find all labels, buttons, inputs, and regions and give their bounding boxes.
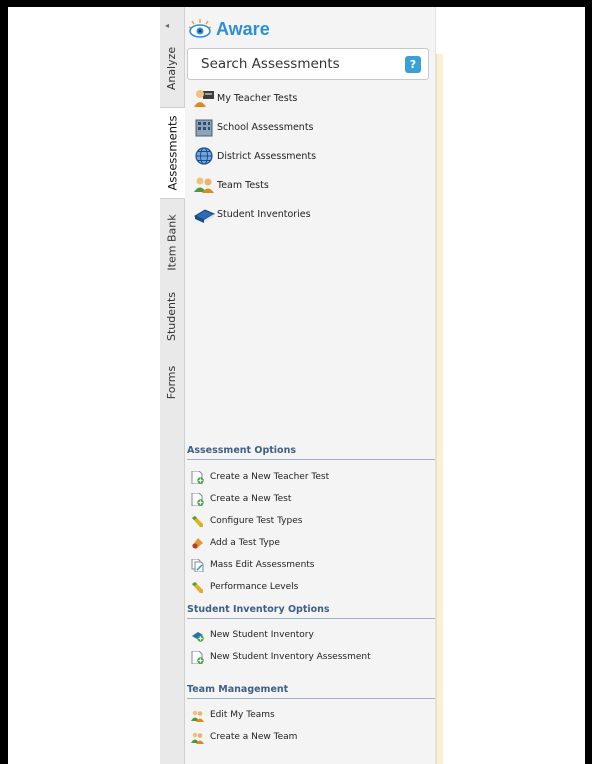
- nav-item-school-assessments[interactable]: School Assessments: [193, 115, 314, 139]
- school-building-icon: [193, 117, 215, 137]
- tab-assessments[interactable]: Assessments: [160, 107, 185, 199]
- new-inventory-icon: [191, 629, 204, 642]
- team-icon: [191, 709, 204, 722]
- student-inventory-options-heading: Student Inventory Options: [187, 604, 435, 619]
- add-test-type-link[interactable]: Add a Test Type: [191, 534, 280, 552]
- team-management-heading: Team Management: [187, 684, 435, 699]
- nav-item-district-assessments[interactable]: District Assessments: [193, 144, 316, 168]
- mass-edit-assessments-link[interactable]: Mass Edit Assessments: [191, 556, 314, 574]
- new-student-inventory-assessment-link[interactable]: New Student Inventory Assessment: [191, 648, 371, 666]
- search-input[interactable]: [199, 55, 403, 73]
- new-document-icon: [191, 492, 204, 506]
- nav-item-team-tests[interactable]: Team Tests: [193, 173, 269, 197]
- option-label: Create a New Test: [210, 494, 292, 504]
- pencil-icon: [191, 515, 204, 528]
- tab-students[interactable]: Students: [160, 285, 184, 347]
- option-label: Performance Levels: [210, 582, 299, 592]
- edit-documents-icon: [191, 558, 204, 572]
- tab-item-bank[interactable]: Item Bank: [160, 207, 184, 277]
- tab-students-label: Students: [165, 291, 179, 341]
- edit-my-teams-link[interactable]: Edit My Teams: [191, 706, 275, 724]
- team-icon: [191, 731, 204, 744]
- option-label: Configure Test Types: [210, 516, 303, 526]
- create-new-teacher-test-link[interactable]: Create a New Teacher Test: [191, 468, 329, 486]
- option-label: New Student Inventory: [210, 630, 314, 640]
- teacher-icon: [193, 88, 215, 108]
- option-label: Add a Test Type: [210, 538, 280, 548]
- create-new-test-link[interactable]: Create a New Test: [191, 490, 291, 508]
- nav-item-my-teacher-tests[interactable]: My Teacher Tests: [193, 86, 297, 110]
- content-gutter: [436, 54, 443, 764]
- create-new-team-link[interactable]: Create a New Team: [191, 728, 297, 746]
- nav-item-label: Team Tests: [217, 179, 269, 191]
- pencil-icon: [191, 581, 204, 594]
- nav-item-label: School Assessments: [217, 121, 314, 133]
- tab-analyze-label: Analyze: [165, 46, 179, 90]
- tab-forms-label: Forms: [165, 365, 179, 399]
- globe-icon: [193, 146, 215, 166]
- assessment-options-heading: Assessment Options: [187, 445, 435, 460]
- nav-item-label: District Assessments: [217, 150, 317, 162]
- eye-logo-icon: [188, 19, 212, 38]
- option-label: Create a New Team: [210, 732, 298, 742]
- nav-item-label: Student Inventories: [217, 208, 311, 220]
- aware-logo: Aware: [188, 17, 270, 41]
- add-type-icon: [191, 537, 204, 550]
- new-document-icon: [191, 650, 204, 664]
- tab-item-bank-label: Item Bank: [165, 213, 179, 271]
- nav-item-label: My Teacher Tests: [217, 92, 298, 104]
- option-label: Edit My Teams: [210, 710, 275, 720]
- tab-analyze[interactable]: Analyze: [160, 37, 184, 99]
- logo-text: Aware: [216, 18, 270, 39]
- tab-assessments-label: Assessments: [165, 115, 180, 191]
- option-label: Mass Edit Assessments: [210, 560, 315, 570]
- performance-levels-link[interactable]: Performance Levels: [191, 578, 298, 596]
- new-document-icon: [191, 470, 204, 484]
- help-button[interactable]: ?: [405, 56, 421, 73]
- option-label: Create a New Teacher Test: [210, 472, 330, 482]
- tab-forms[interactable]: Forms: [160, 357, 184, 407]
- team-icon: [193, 175, 215, 195]
- search-box: ?: [187, 48, 429, 80]
- configure-test-types-link[interactable]: Configure Test Types: [191, 512, 302, 530]
- new-student-inventory-link[interactable]: New Student Inventory: [191, 626, 314, 644]
- collapse-arrow-icon[interactable]: ◂: [165, 21, 169, 30]
- nav-item-student-inventories[interactable]: Student Inventories: [193, 202, 311, 226]
- app-frame: ◂ Analyze Assessments Item Bank Students…: [8, 7, 585, 764]
- option-label: New Student Inventory Assessment: [210, 652, 371, 662]
- book-icon: [193, 204, 216, 224]
